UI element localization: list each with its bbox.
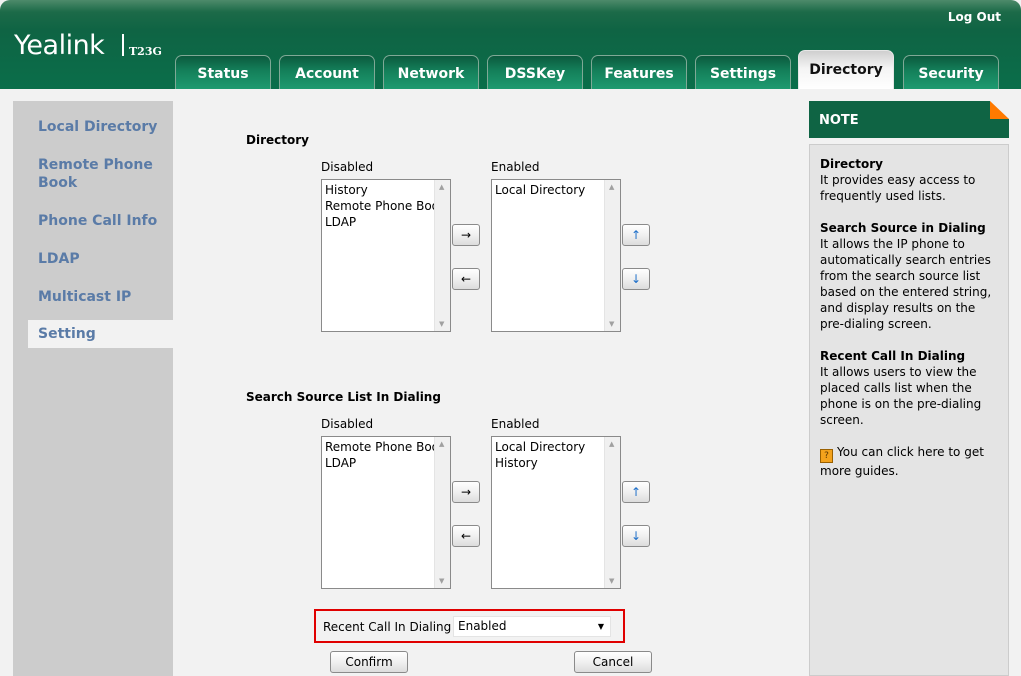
- note-block-title: Directory: [820, 157, 883, 171]
- list-option[interactable]: LDAP: [325, 455, 435, 471]
- note-header: NOTE: [809, 101, 1009, 138]
- list-option[interactable]: Local Directory: [495, 439, 605, 455]
- recent-call-highlight: Recent Call In Dialing Enabled ▼: [314, 609, 625, 643]
- scroll-up-icon[interactable]: ▲: [439, 183, 444, 191]
- note-block-search-source: Search Source in Dialing It allows the I…: [820, 220, 998, 332]
- note-block-directory: Directory It provides easy access to fre…: [820, 156, 998, 204]
- scroll-up-icon[interactable]: ▲: [609, 440, 614, 448]
- directory-disabled-label: Disabled: [321, 160, 374, 174]
- search-move-right-button[interactable]: →: [452, 481, 480, 503]
- cancel-button[interactable]: Cancel: [574, 651, 652, 673]
- list-option[interactable]: History: [495, 455, 605, 471]
- main-content: Directory Disabled Enabled History Remot…: [183, 101, 801, 676]
- directory-section-title: Directory: [246, 133, 309, 147]
- recent-call-select[interactable]: Enabled ▼: [453, 616, 611, 637]
- scroll-down-icon[interactable]: ▼: [439, 577, 444, 585]
- directory-move-left-button[interactable]: ←: [452, 268, 480, 290]
- list-option[interactable]: Remote Phone Book: [325, 198, 435, 214]
- sidebar: Local Directory Remote Phone Book Phone …: [13, 101, 194, 676]
- search-disabled-label: Disabled: [321, 417, 374, 431]
- search-disabled-list[interactable]: Remote Phone Book LDAP ▲ ▼: [321, 436, 451, 589]
- sidebar-item-remote-phone-book[interactable]: Remote Phone Book: [38, 156, 158, 192]
- note-block-title: Search Source in Dialing: [820, 221, 986, 235]
- sidebar-item-multicast-ip[interactable]: Multicast IP: [38, 288, 173, 306]
- search-move-down-button[interactable]: ↓: [622, 525, 650, 547]
- sidebar-item-local-directory[interactable]: Local Directory: [38, 118, 173, 136]
- list-option[interactable]: Remote Phone Book: [325, 439, 435, 455]
- tab-network[interactable]: Network: [383, 55, 479, 89]
- tab-dsskey[interactable]: DSSKey: [487, 55, 583, 89]
- scroll-down-icon[interactable]: ▼: [609, 577, 614, 585]
- scrollbar[interactable]: ▲ ▼: [434, 437, 450, 588]
- search-enabled-list[interactable]: Local Directory History ▲ ▼: [491, 436, 621, 589]
- yealink-logo: Yealink: [14, 30, 105, 61]
- note-corner-fold: [990, 101, 1009, 119]
- header-bar: Yealink T23G Log Out Status Account Netw…: [0, 0, 1021, 89]
- directory-enabled-label: Enabled: [491, 160, 540, 174]
- search-enabled-label: Enabled: [491, 417, 540, 431]
- help-book-icon[interactable]: ?: [820, 449, 833, 463]
- tab-directory[interactable]: Directory: [798, 50, 894, 89]
- sidebar-item-ldap[interactable]: LDAP: [38, 250, 173, 268]
- note-block-title: Recent Call In Dialing: [820, 349, 966, 363]
- directory-enabled-list[interactable]: Local Directory ▲ ▼: [491, 179, 621, 332]
- search-source-section-title: Search Source List In Dialing: [246, 390, 441, 404]
- tab-security[interactable]: Security: [903, 55, 999, 89]
- directory-move-down-button[interactable]: ↓: [622, 268, 650, 290]
- search-move-left-button[interactable]: ←: [452, 525, 480, 547]
- list-option[interactable]: Local Directory: [495, 182, 605, 198]
- directory-disabled-list[interactable]: History Remote Phone Book LDAP ▲ ▼: [321, 179, 451, 332]
- search-move-up-button[interactable]: ↑: [622, 481, 650, 503]
- chevron-down-icon: ▼: [597, 622, 604, 631]
- note-block-text: It allows users to view the placed calls…: [820, 365, 982, 427]
- note-block-recent-call: Recent Call In Dialing It allows users t…: [820, 348, 998, 428]
- list-option[interactable]: LDAP: [325, 214, 435, 230]
- logout-link[interactable]: Log Out: [948, 10, 1001, 24]
- scrollbar[interactable]: ▲ ▼: [434, 180, 450, 331]
- confirm-button[interactable]: Confirm: [330, 651, 408, 673]
- scrollbar[interactable]: ▲ ▼: [604, 437, 620, 588]
- list-option[interactable]: History: [325, 182, 435, 198]
- tab-status[interactable]: Status: [175, 55, 271, 89]
- sidebar-item-phone-call-info[interactable]: Phone Call Info: [38, 212, 173, 230]
- model-label: T23G: [129, 45, 162, 58]
- scroll-up-icon[interactable]: ▲: [439, 440, 444, 448]
- scroll-down-icon[interactable]: ▼: [439, 320, 444, 328]
- help-guides-link[interactable]: ? You can click here to get more guides.: [820, 444, 998, 479]
- help-guides-text[interactable]: You can click here to get more guides.: [820, 445, 984, 478]
- directory-move-up-button[interactable]: ↑: [622, 224, 650, 246]
- tab-settings[interactable]: Settings: [695, 55, 791, 89]
- scroll-up-icon[interactable]: ▲: [609, 183, 614, 191]
- scrollbar[interactable]: ▲ ▼: [604, 180, 620, 331]
- tab-features[interactable]: Features: [591, 55, 687, 89]
- recent-call-label: Recent Call In Dialing: [323, 620, 452, 634]
- directory-move-right-button[interactable]: →: [452, 224, 480, 246]
- scroll-down-icon[interactable]: ▼: [609, 320, 614, 328]
- sidebar-item-setting[interactable]: Setting: [28, 320, 194, 348]
- logo-separator: [122, 34, 124, 56]
- note-block-text: It allows the IP phone to automatically …: [820, 237, 992, 331]
- note-panel: Directory It provides easy access to fre…: [809, 144, 1009, 676]
- note-block-text: It provides easy access to frequently us…: [820, 173, 976, 203]
- recent-call-value: Enabled: [458, 619, 507, 633]
- tab-account[interactable]: Account: [279, 55, 375, 89]
